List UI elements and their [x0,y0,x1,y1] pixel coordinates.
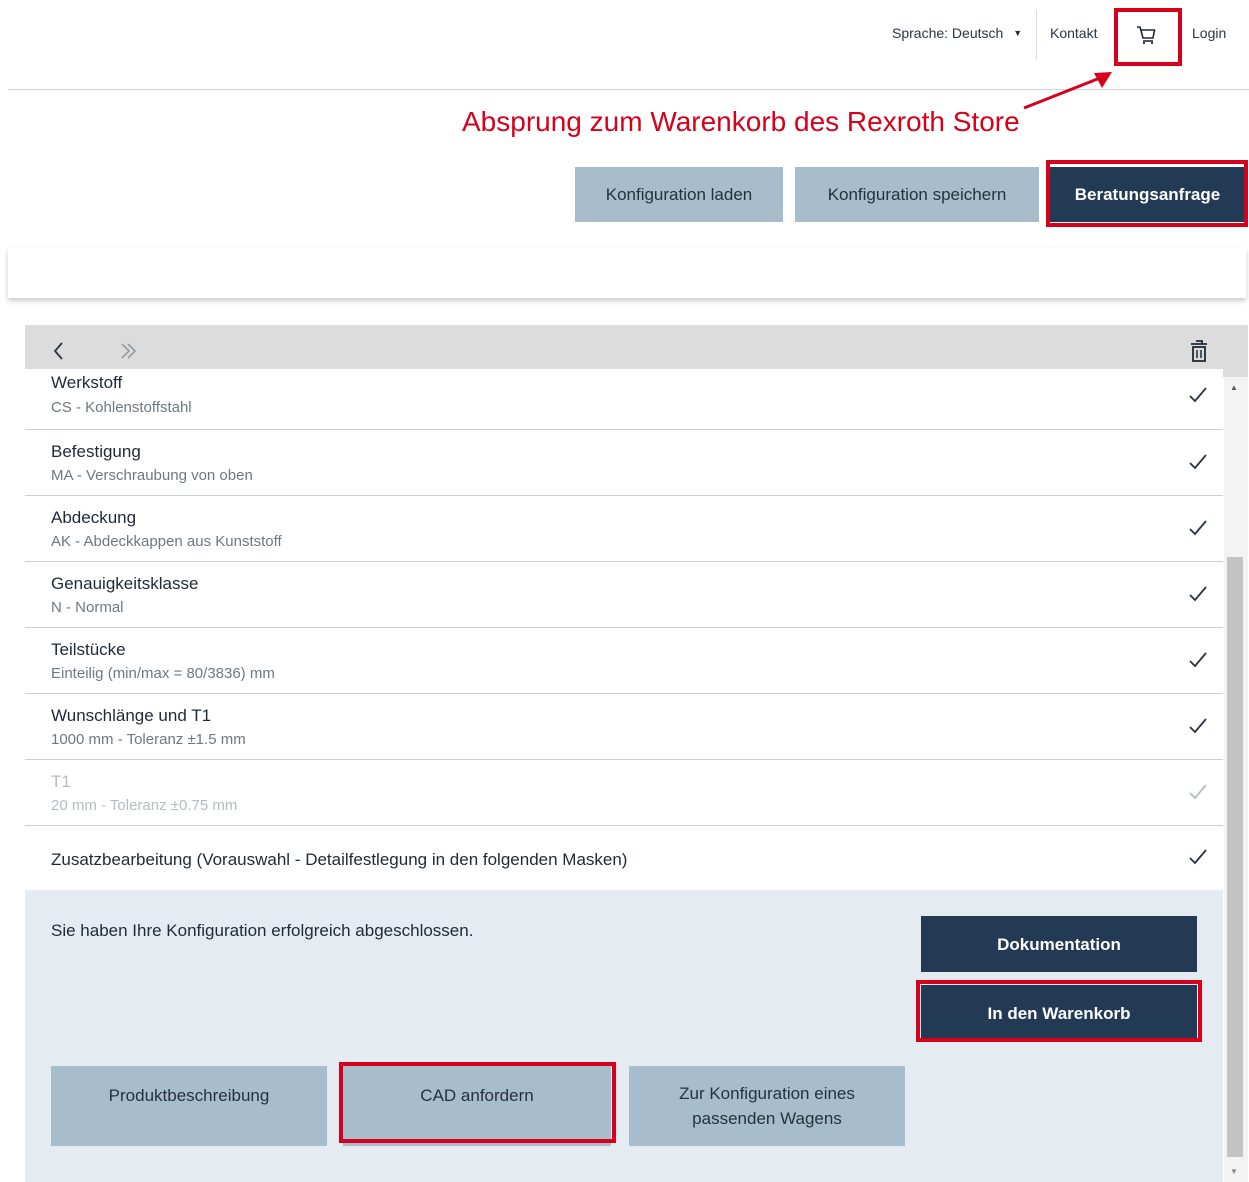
config-item-title: Teilstücke [51,640,126,659]
check-icon [1187,385,1209,410]
documentation-button[interactable]: Dokumentation [921,916,1197,972]
add-to-cart-highlight-box [916,980,1202,1042]
config-item-value: 1000 mm - Toleranz ±1.5 mm [51,731,246,748]
config-item-genauigkeitsklasse[interactable]: Genauigkeitsklasse N - Normal [25,562,1223,628]
check-icon [1187,782,1209,807]
configuration-panel: Werkstoff CS - Kohlenstoffstahl Befestig… [25,325,1248,1182]
config-item-value: AK - Abdeckkappen aus Kunststoff [51,533,282,550]
check-icon [1187,716,1209,741]
check-icon [1187,518,1209,543]
config-item-title: Befestigung [51,442,141,461]
config-item-title: Wunschlänge und T1 [51,706,212,725]
config-item-abdeckung[interactable]: Abdeckung AK - Abdeckkappen aus Kunststo… [25,496,1223,562]
scrollbar-thumb[interactable] [1227,557,1243,1157]
double-chevron-right-icon[interactable] [118,339,140,368]
scroll-up-icon[interactable]: ▲ [1230,383,1238,392]
product-description-button[interactable]: Produktbeschreibung [51,1066,327,1146]
language-selector[interactable]: Sprache: Deutsch ▼ [892,25,1022,41]
check-icon [1187,452,1209,477]
check-icon [1187,584,1209,609]
config-item-t1: T1 20 mm - Toleranz ±0.75 mm [25,760,1223,826]
config-item-value: Einteilig (min/max = 80/3836) mm [51,665,275,682]
annotation-arrow [1023,72,1112,110]
consultation-highlight-box [1046,160,1248,227]
cart-highlight-box [1114,8,1182,66]
chevron-left-icon[interactable] [51,339,67,368]
request-cad-highlight-box [339,1062,616,1143]
config-item-value: 20 mm - Toleranz ±0.75 mm [51,797,238,814]
config-item-wunschlaenge[interactable]: Wunschlänge und T1 1000 mm - Toleranz ±1… [25,694,1223,760]
config-item-title: Zusatzbearbeitung (Vorauswahl - Detailfe… [51,850,628,869]
language-label: Sprache: Deutsch [892,25,1004,41]
config-item-werkstoff[interactable]: Werkstoff CS - Kohlenstoffstahl [25,369,1223,430]
config-item-title: Genauigkeitsklasse [51,574,199,593]
configure-carriage-button[interactable]: Zur Konfiguration eines passenden Wagens [629,1066,905,1146]
login-link[interactable]: Login [1192,25,1226,41]
scroll-down-icon[interactable]: ▼ [1230,1167,1238,1176]
config-item-value: N - Normal [51,599,124,616]
load-configuration-button[interactable]: Konfiguration laden [575,167,783,222]
caret-down-icon: ▼ [1013,28,1023,38]
completion-message: Sie haben Ihre Konfiguration erfolgreich… [51,921,474,940]
config-item-befestigung[interactable]: Befestigung MA - Verschraubung von oben [25,430,1223,496]
panel-scrollbar[interactable]: ▲ ▼ [1224,377,1248,1182]
config-item-title: Werkstoff [51,373,123,392]
config-item-title: Abdeckung [51,508,137,527]
config-item-teilstuecke[interactable]: Teilstücke Einteilig (min/max = 80/3836)… [25,628,1223,694]
save-configuration-button[interactable]: Konfiguration speichern [795,167,1039,222]
trash-icon[interactable] [1188,338,1210,369]
check-icon [1187,847,1209,872]
info-band [8,248,1246,298]
contact-link[interactable]: Kontakt [1050,25,1097,41]
check-icon [1187,650,1209,675]
config-item-title: T1 [51,772,71,791]
config-item-value: MA - Verschraubung von oben [51,467,253,484]
config-item-value: CS - Kohlenstoffstahl [51,399,192,416]
completion-section: Sie haben Ihre Konfiguration erfolgreich… [25,890,1223,1182]
nav-divider [1036,10,1037,60]
annotation-text: Absprung zum Warenkorb des Rexroth Store [462,106,1020,137]
config-item-zusatzbearbeitung[interactable]: Zusatzbearbeitung (Vorauswahl - Detailfe… [25,826,1223,891]
